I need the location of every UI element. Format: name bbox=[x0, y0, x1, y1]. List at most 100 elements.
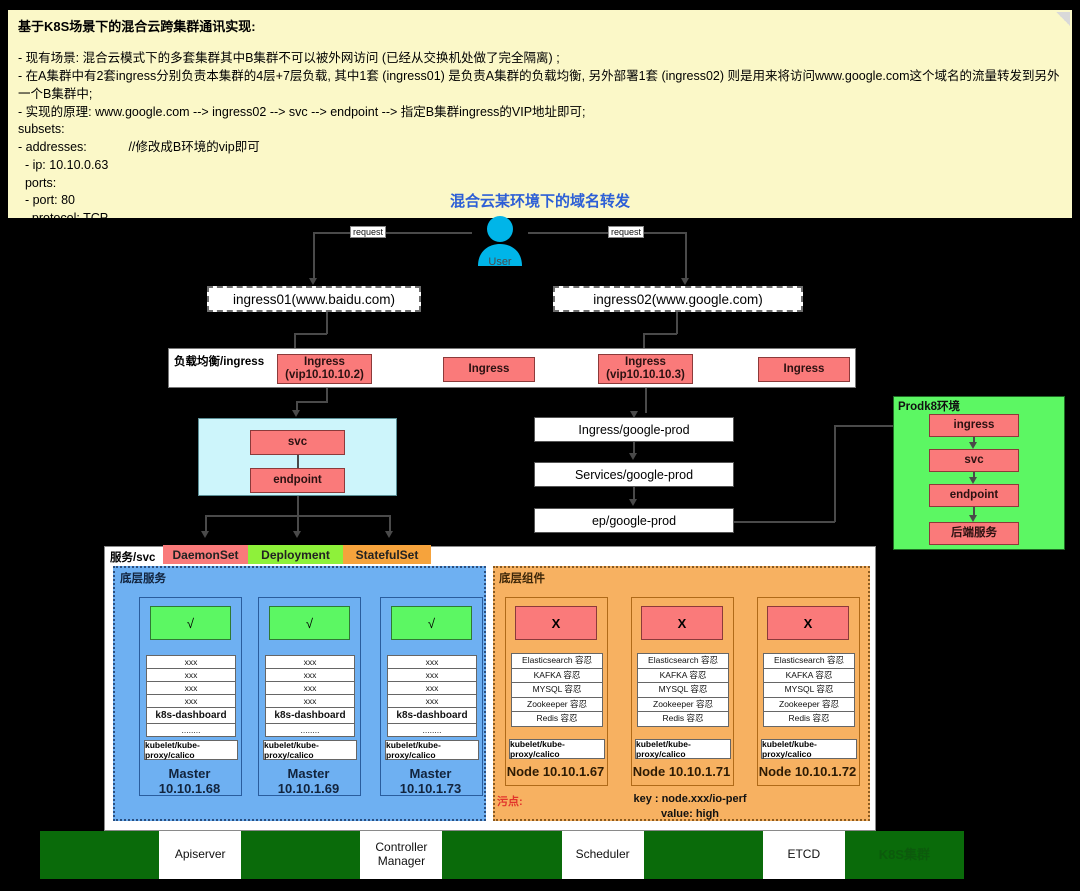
pod-row: xxx bbox=[266, 695, 354, 708]
node-1-pod-stack: Elasticsearch 容忍 KAFKA 容忍 MYSQL 容忍 Zooke… bbox=[511, 653, 603, 727]
workload-tag-daemonset[interactable]: DaemonSet bbox=[163, 545, 248, 564]
node-1-status-label: X bbox=[551, 615, 561, 631]
master-3-agents: kubelet/kube-proxy/calico bbox=[385, 740, 479, 760]
request-label-left: request bbox=[350, 226, 387, 238]
ingress01-label: ingress01(www.baidu.com) bbox=[232, 291, 396, 307]
node-2-agents-label: kubelet/kube-proxy/calico bbox=[636, 739, 691, 759]
master-2-agents-label: kubelet/kube-proxy/calico bbox=[264, 740, 319, 760]
lb-ingress-1-line1: Ingress bbox=[304, 355, 345, 368]
svc-box[interactable]: svc bbox=[250, 430, 345, 455]
line-lb3-down bbox=[645, 388, 647, 413]
master-3-status-label: √ bbox=[427, 615, 436, 631]
workload-tag-deployment[interactable]: Deployment bbox=[248, 545, 343, 564]
lb-ingress-item-2[interactable]: Ingress bbox=[443, 357, 535, 382]
master-1-name: Master 10.10.1.68 bbox=[158, 766, 221, 796]
page-corner-fold bbox=[1056, 12, 1070, 26]
pod-row: Redis 容忍 bbox=[662, 713, 704, 724]
workload-tag-statefulset[interactable]: StatefulSet bbox=[343, 545, 431, 564]
note-line: - 实现的原理: www.google.com --> ingress02 --… bbox=[18, 104, 586, 119]
arrow-services-to-ep bbox=[629, 499, 637, 506]
pod-row: xxx bbox=[388, 695, 476, 708]
pod-row: Zookeeper 容忍 bbox=[638, 698, 728, 713]
k8s-cluster-label: K8S集群 bbox=[878, 846, 931, 862]
pod-row-dashboard: k8s-dashboard bbox=[266, 708, 354, 724]
pod-row: Redis 容忍 bbox=[536, 713, 578, 724]
master-3-agents-label: kubelet/kube-proxy/calico bbox=[386, 740, 441, 760]
line-user-to-right bbox=[528, 232, 686, 234]
master-3-pod-stack: xxx xxx xxx xxx k8s-dashboard ........ bbox=[387, 655, 477, 737]
pod-row: xxx bbox=[266, 669, 354, 682]
endpoint-box[interactable]: endpoint bbox=[250, 468, 345, 493]
prod-ingress-label: ingress bbox=[953, 418, 995, 431]
ep-google-prod-box[interactable]: ep/google-prod bbox=[534, 508, 734, 533]
request-label-right: request bbox=[608, 226, 645, 238]
ingress01-entry-box[interactable]: ingress01(www.baidu.com) bbox=[207, 286, 421, 312]
pod-row: Zookeeper 容忍 bbox=[764, 698, 854, 713]
pod-row: xxx bbox=[388, 682, 476, 695]
services-google-prod-label: Services/google-prod bbox=[574, 467, 694, 482]
pod-row-more: ........ bbox=[300, 725, 320, 735]
note-line: subsets: bbox=[18, 122, 65, 137]
node-3-agents-label: kubelet/kube-proxy/calico bbox=[762, 739, 817, 759]
line-lb1-down bbox=[326, 388, 328, 402]
taint-label: 污点: bbox=[497, 796, 523, 808]
prod-backend-label: 后端服务 bbox=[951, 526, 997, 539]
description-note: 基于K8S场景下的混合云跨集群通讯实现: - 现有场景: 混合云模式下的多套集群… bbox=[8, 10, 1072, 225]
prod-endpoint-box[interactable]: endpoint bbox=[929, 484, 1019, 507]
underlying-components-label: 底层组件 bbox=[499, 573, 545, 585]
prod-env-label: Prodk8环境 bbox=[898, 401, 960, 413]
arrow-to-deployment bbox=[293, 531, 301, 538]
lb-ingress-item-3[interactable]: Ingress (vip10.10.10.3) bbox=[598, 354, 693, 384]
pod-row: xxx bbox=[266, 682, 354, 695]
note-line: - 现有场景: 混合云模式下的多套集群其中B集群不可以被外网访问 (已经从交换机… bbox=[18, 51, 560, 66]
apiserver-box[interactable]: Apiserver bbox=[159, 831, 242, 879]
node-1-agents: kubelet/kube-proxy/calico bbox=[509, 739, 605, 759]
ingress02-label: ingress02(www.google.com) bbox=[593, 291, 763, 307]
pod-row-dashboard: k8s-dashboard bbox=[388, 708, 476, 724]
node-3-pod-stack: Elasticsearch 容忍 KAFKA 容忍 MYSQL 容忍 Zooke… bbox=[763, 653, 855, 727]
underlying-services-label: 底层服务 bbox=[120, 573, 166, 585]
prod-endpoint-label: endpoint bbox=[949, 488, 999, 501]
ep-google-prod-label: ep/google-prod bbox=[591, 513, 677, 528]
pod-row-dashboard: k8s-dashboard bbox=[147, 708, 235, 724]
pod-row-more: ........ bbox=[181, 725, 201, 735]
pod-row: MYSQL 容忍 bbox=[512, 683, 602, 698]
node-1-agents-label: kubelet/kube-proxy/calico bbox=[510, 739, 565, 759]
pod-row: KAFKA 容忍 bbox=[764, 669, 854, 684]
arrow-to-statefulset bbox=[385, 531, 393, 538]
ingress-google-prod-label: Ingress/google-prod bbox=[578, 422, 690, 437]
pod-row: xxx bbox=[388, 656, 476, 669]
controller-manager-box[interactable]: Controller Manager bbox=[360, 831, 443, 879]
scheduler-box[interactable]: Scheduler bbox=[561, 831, 644, 879]
services-google-prod-box[interactable]: Services/google-prod bbox=[534, 462, 734, 487]
line-ing01-across bbox=[294, 333, 327, 335]
bar-spacer bbox=[241, 831, 360, 879]
master-2-status: √ bbox=[269, 606, 350, 640]
master-1-status: √ bbox=[150, 606, 231, 640]
lb-ingress-2-line1: Ingress bbox=[468, 362, 510, 375]
prod-ingress-box[interactable]: ingress bbox=[929, 414, 1019, 437]
master-1-status-label: √ bbox=[186, 615, 195, 631]
arrow-left-down bbox=[309, 278, 317, 285]
lb-ingress-item-1[interactable]: Ingress (vip10.10.10.2) bbox=[277, 354, 372, 384]
note-heading: 基于K8S场景下的混合云跨集群通讯实现: bbox=[18, 19, 256, 34]
master-1-agents: kubelet/kube-proxy/calico bbox=[144, 740, 238, 760]
taint-value: value: high bbox=[660, 807, 720, 820]
etcd-box[interactable]: ETCD bbox=[762, 831, 845, 879]
node-3-status: X bbox=[767, 606, 849, 640]
load-balancer-label: 负载均衡/ingress bbox=[174, 356, 265, 368]
bar-spacer bbox=[442, 831, 561, 879]
ingress02-entry-box[interactable]: ingress02(www.google.com) bbox=[553, 286, 803, 312]
prod-svc-box[interactable]: svc bbox=[929, 449, 1019, 472]
master-1-pod-stack: xxx xxx xxx xxx k8s-dashboard ........ bbox=[146, 655, 236, 737]
master-2-agents: kubelet/kube-proxy/calico bbox=[263, 740, 357, 760]
pod-row: xxx bbox=[388, 669, 476, 682]
prod-backend-box[interactable]: 后端服务 bbox=[929, 522, 1019, 545]
master-1-agents-label: kubelet/kube-proxy/calico bbox=[145, 740, 200, 760]
pod-row: Elasticsearch 容忍 bbox=[764, 654, 854, 669]
lb-ingress-1-line2: (vip10.10.10.2) bbox=[285, 369, 364, 381]
prod-svc-label: svc bbox=[964, 453, 984, 466]
ingress-google-prod-box[interactable]: Ingress/google-prod bbox=[534, 417, 734, 442]
lb-ingress-item-4[interactable]: Ingress bbox=[758, 357, 850, 382]
node-1-name: Node 10.10.1.67 bbox=[506, 764, 605, 779]
